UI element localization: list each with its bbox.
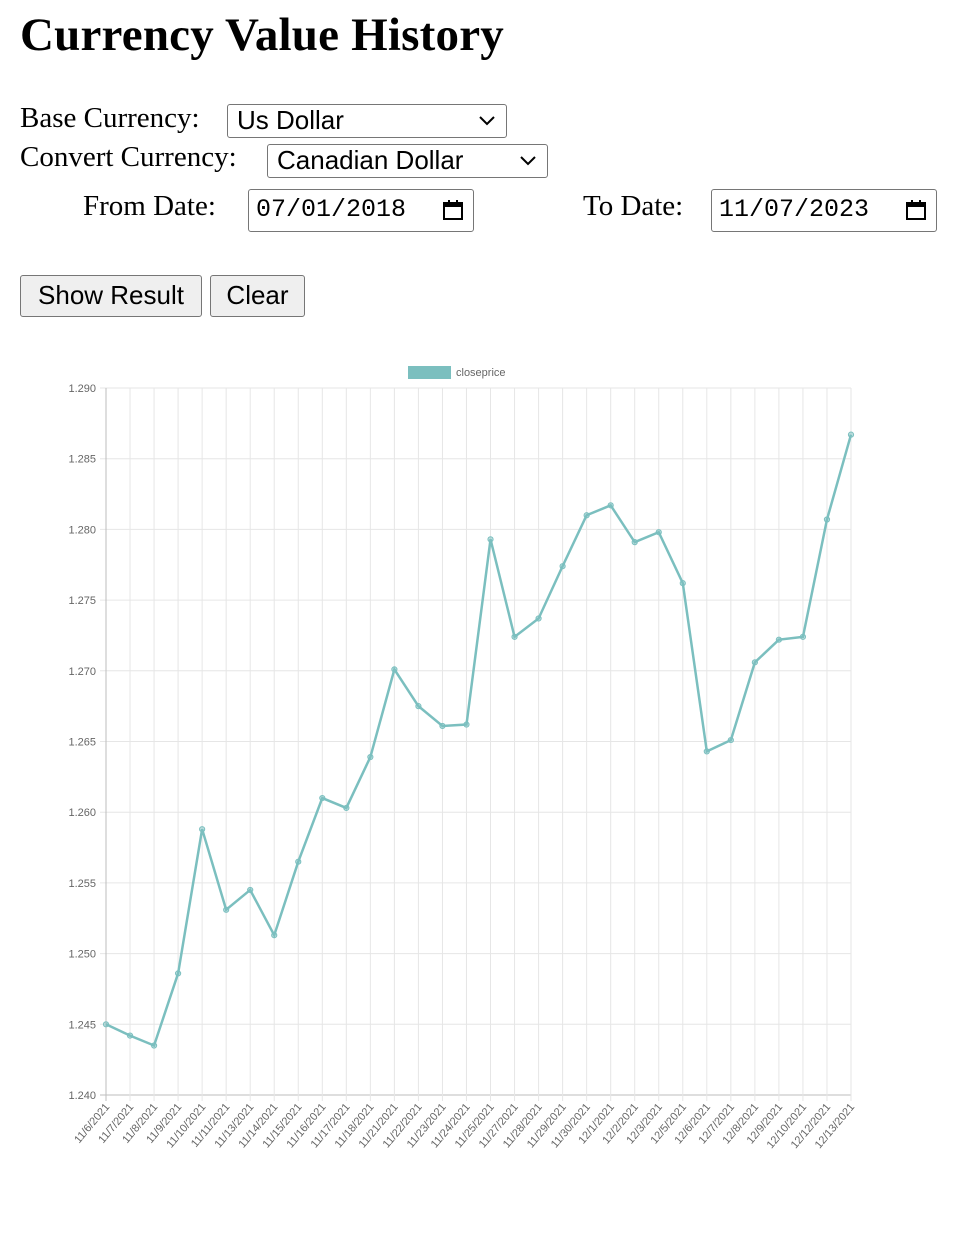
chevron-down-icon [520,156,536,166]
y-tick-label: 1.260 [68,807,96,819]
data-point[interactable] [199,826,206,833]
y-tick-label: 1.290 [68,383,96,395]
data-point[interactable] [439,722,446,730]
to-date-value: 11/07/2023 [719,195,870,224]
data-point[interactable] [367,753,374,761]
line-chart: closeprice 1.290 1.285 1.280 1.275 1.270 1.26… [68,366,857,1151]
base-currency-value: Us Dollar [237,105,344,135]
data-point[interactable] [751,659,758,666]
calendar-icon[interactable] [905,199,927,221]
to-date-label: To Date: [583,190,684,222]
data-point[interactable] [727,736,734,744]
convert-currency-select[interactable]: Canadian Dollar [267,144,548,178]
data-point[interactable] [703,748,710,755]
y-tick-label: 1.245 [68,1019,96,1031]
y-tick-label: 1.280 [68,524,96,536]
y-tick-label: 1.275 [68,595,96,607]
data-point[interactable] [487,536,494,543]
data-point[interactable] [247,886,254,894]
data-point[interactable] [102,1021,110,1028]
from-date-value: 07/01/2018 [256,195,407,224]
convert-currency-value: Canadian Dollar [277,145,464,175]
data-point[interactable] [655,529,662,536]
y-axis: 1.290 1.285 1.280 1.275 1.270 1.265 1.260 1.255… [68,383,96,1102]
from-date-label: From Date: [83,190,216,222]
data-point[interactable] [463,721,470,728]
data-point[interactable] [126,1032,134,1039]
data-point[interactable] [415,703,422,710]
y-tick-label: 1.265 [68,737,96,749]
legend-label: closeprice [456,367,506,379]
data-point[interactable] [343,804,350,812]
y-tick-label: 1.255 [68,878,96,890]
base-currency-label: Base Currency: [20,102,200,134]
data-point[interactable] [607,502,614,509]
y-tick-label: 1.285 [68,454,96,466]
x-axis: 11/6/202111/7/202111/8/202111/9/202111/1… [72,1101,857,1151]
data-point[interactable] [559,563,566,570]
chevron-down-icon [479,116,495,126]
data-point[interactable] [174,970,182,977]
chart-grid [100,387,852,1101]
data-point[interactable] [271,932,278,939]
from-date-input[interactable]: 07/01/2018 [248,189,474,232]
data-point[interactable] [223,906,230,913]
y-tick-label: 1.250 [68,949,96,961]
legend-swatch [408,366,451,379]
data-point[interactable] [511,633,518,640]
data-point[interactable] [631,539,638,546]
clear-button[interactable]: Clear [210,275,305,317]
calendar-icon[interactable] [442,199,464,221]
series-points [102,431,855,1049]
data-point[interactable] [583,512,590,519]
data-point[interactable] [679,580,686,587]
data-point[interactable] [391,666,398,673]
y-tick-label: 1.270 [68,666,96,678]
data-point[interactable] [319,794,326,802]
chart-legend[interactable]: closeprice [408,366,506,379]
data-point[interactable] [150,1042,158,1049]
data-point[interactable] [823,516,831,523]
y-tick-label: 1.240 [68,1090,96,1102]
page-title: Currency Value History [20,9,504,61]
to-date-input[interactable]: 11/07/2023 [711,189,937,232]
data-point[interactable] [295,858,302,865]
show-result-button[interactable]: Show Result [20,275,202,317]
data-point[interactable] [799,633,807,640]
data-point[interactable] [535,615,542,622]
convert-currency-label: Convert Currency: [20,141,237,173]
base-currency-select[interactable]: Us Dollar [227,104,507,138]
data-point[interactable] [775,636,783,643]
data-point[interactable] [847,431,855,438]
